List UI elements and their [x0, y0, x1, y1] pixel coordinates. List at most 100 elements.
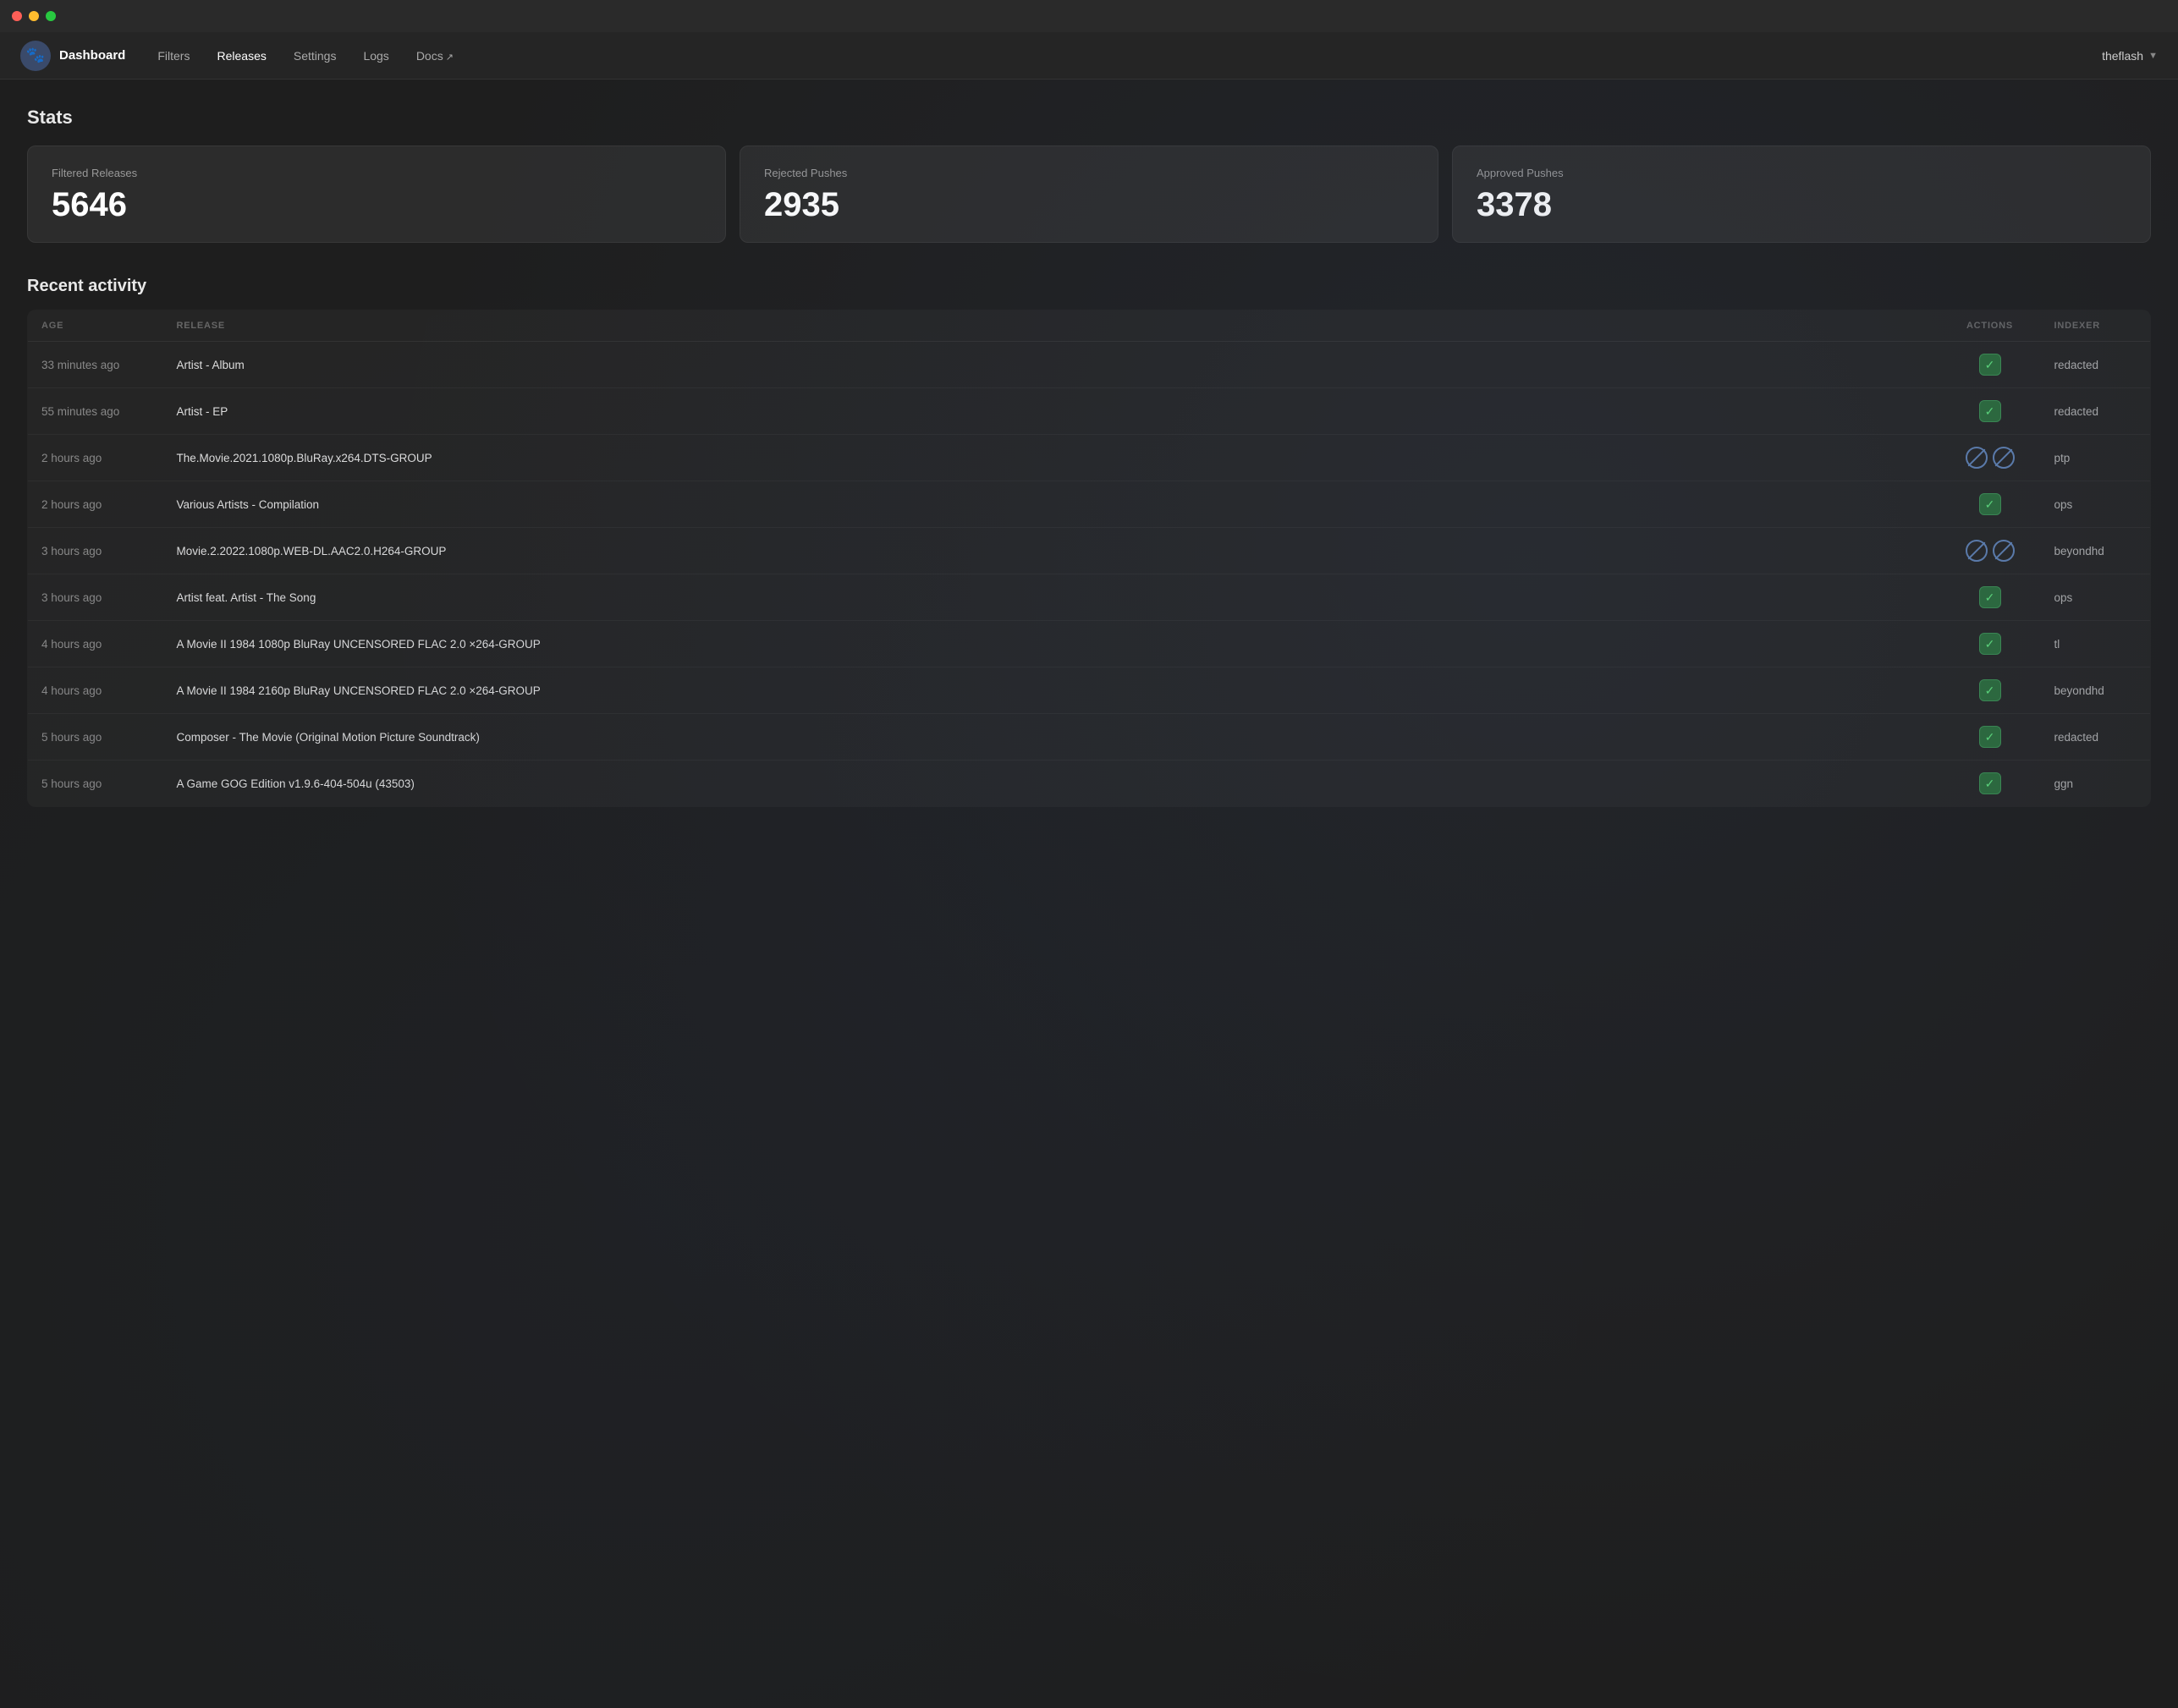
approve-icon[interactable]: ✓	[1979, 493, 2001, 515]
table-row[interactable]: 2 hours agoThe.Movie.2021.1080p.BluRay.x…	[28, 435, 2151, 481]
approve-icon[interactable]: ✓	[1979, 400, 2001, 422]
reject-icon[interactable]	[1993, 447, 2015, 469]
stat-approved-label: Approved Pushes	[1477, 167, 2126, 179]
stat-filtered-value: 5646	[52, 188, 701, 222]
cell-age: 55 minutes ago	[28, 388, 163, 435]
cell-release: A Movie II 1984 2160p BluRay UNCENSORED …	[163, 667, 1939, 714]
col-actions: ACTIONS	[1939, 310, 2041, 342]
stat-approved-value: 3378	[1477, 188, 2126, 222]
navbar: 🐾 Dashboard Filters Releases Settings Lo…	[0, 32, 2178, 80]
stat-rejected-label: Rejected Pushes	[764, 167, 1414, 179]
activity-title: Recent activity	[27, 277, 2151, 296]
reject-icon[interactable]	[1966, 540, 1988, 562]
cell-age: 4 hours ago	[28, 621, 163, 667]
cell-release: Artist feat. Artist - The Song	[163, 574, 1939, 621]
col-indexer: INDEXER	[2041, 310, 2151, 342]
approve-icon[interactable]: ✓	[1979, 726, 2001, 748]
cell-indexer: redacted	[2041, 342, 2151, 388]
logo-icon: 🐾	[20, 41, 51, 71]
cell-indexer: beyondhd	[2041, 528, 2151, 574]
table-header: AGE RELEASE ACTIONS INDEXER	[28, 310, 2151, 342]
cell-actions[interactable]: ✓	[1939, 574, 2041, 621]
table-row[interactable]: 3 hours agoMovie.2.2022.1080p.WEB-DL.AAC…	[28, 528, 2151, 574]
nav-filters[interactable]: Filters	[146, 44, 201, 68]
cell-age: 3 hours ago	[28, 574, 163, 621]
nav-logo: 🐾 Dashboard	[20, 41, 125, 71]
cell-indexer: ops	[2041, 574, 2151, 621]
approve-icon[interactable]: ✓	[1979, 354, 2001, 376]
cell-release: Composer - The Movie (Original Motion Pi…	[163, 714, 1939, 761]
stat-filtered-releases: Filtered Releases 5646	[27, 146, 726, 243]
approve-icon[interactable]: ✓	[1979, 772, 2001, 794]
cell-age: 3 hours ago	[28, 528, 163, 574]
cell-release: Various Artists - Compilation	[163, 481, 1939, 528]
table-row[interactable]: 2 hours agoVarious Artists - Compilation…	[28, 481, 2151, 528]
cell-age: 33 minutes ago	[28, 342, 163, 388]
cell-age: 5 hours ago	[28, 714, 163, 761]
nav-username: theflash	[2102, 49, 2143, 63]
stats-title: Stats	[27, 107, 2151, 129]
reject-icon[interactable]	[1993, 540, 2015, 562]
cell-release: The.Movie.2021.1080p.BluRay.x264.DTS-GRO…	[163, 435, 1939, 481]
stats-section: Stats Filtered Releases 5646 Rejected Pu…	[27, 107, 2151, 243]
table-row[interactable]: 4 hours agoA Movie II 1984 1080p BluRay …	[28, 621, 2151, 667]
cell-release: Artist - Album	[163, 342, 1939, 388]
chevron-down-icon: ▼	[2148, 51, 2158, 61]
nav-docs[interactable]: Docs	[404, 44, 465, 68]
activity-table: AGE RELEASE ACTIONS INDEXER 33 minutes a…	[27, 310, 2151, 807]
nav-brand: Dashboard	[59, 48, 125, 63]
stat-rejected-pushes: Rejected Pushes 2935	[740, 146, 1438, 243]
cell-indexer: ptp	[2041, 435, 2151, 481]
table-row[interactable]: 3 hours agoArtist feat. Artist - The Son…	[28, 574, 2151, 621]
main-content: Stats Filtered Releases 5646 Rejected Pu…	[0, 80, 2178, 1708]
table-row[interactable]: 5 hours agoComposer - The Movie (Origina…	[28, 714, 2151, 761]
cell-actions[interactable]	[1939, 528, 2041, 574]
minimize-button[interactable]	[29, 11, 39, 21]
titlebar	[0, 0, 2178, 32]
reject-icon[interactable]	[1966, 447, 1988, 469]
cell-indexer: beyondhd	[2041, 667, 2151, 714]
nav-links: Filters Releases Settings Logs Docs	[146, 44, 2102, 68]
approve-icon[interactable]: ✓	[1979, 679, 2001, 701]
activity-section: Recent activity AGE RELEASE ACTIONS INDE…	[27, 277, 2151, 807]
cell-release: A Movie II 1984 1080p BluRay UNCENSORED …	[163, 621, 1939, 667]
stat-rejected-value: 2935	[764, 188, 1414, 222]
cell-actions[interactable]: ✓	[1939, 761, 2041, 807]
table-row[interactable]: 4 hours agoA Movie II 1984 2160p BluRay …	[28, 667, 2151, 714]
cell-actions[interactable]: ✓	[1939, 621, 2041, 667]
maximize-button[interactable]	[46, 11, 56, 21]
cell-age: 4 hours ago	[28, 667, 163, 714]
cell-actions[interactable]: ✓	[1939, 388, 2041, 435]
cell-indexer: redacted	[2041, 388, 2151, 435]
cell-release: A Game GOG Edition v1.9.6-404-504u (4350…	[163, 761, 1939, 807]
cell-actions[interactable]: ✓	[1939, 481, 2041, 528]
approve-icon[interactable]: ✓	[1979, 586, 2001, 608]
cell-age: 2 hours ago	[28, 435, 163, 481]
stats-grid: Filtered Releases 5646 Rejected Pushes 2…	[27, 146, 2151, 243]
cell-indexer: ops	[2041, 481, 2151, 528]
cell-indexer: ggn	[2041, 761, 2151, 807]
cell-actions[interactable]: ✓	[1939, 714, 2041, 761]
cell-age: 5 hours ago	[28, 761, 163, 807]
table-row[interactable]: 33 minutes agoArtist - Album ✓ redacted	[28, 342, 2151, 388]
nav-releases[interactable]: Releases	[205, 44, 278, 68]
table-row[interactable]: 55 minutes agoArtist - EP ✓ redacted	[28, 388, 2151, 435]
col-release: RELEASE	[163, 310, 1939, 342]
cell-actions[interactable]: ✓	[1939, 667, 2041, 714]
cell-release: Artist - EP	[163, 388, 1939, 435]
nav-logs[interactable]: Logs	[351, 44, 400, 68]
stat-approved-pushes: Approved Pushes 3378	[1452, 146, 2151, 243]
approve-icon[interactable]: ✓	[1979, 633, 2001, 655]
table-row[interactable]: 5 hours agoA Game GOG Edition v1.9.6-404…	[28, 761, 2151, 807]
cell-release: Movie.2.2022.1080p.WEB-DL.AAC2.0.H264-GR…	[163, 528, 1939, 574]
close-button[interactable]	[12, 11, 22, 21]
cell-actions[interactable]	[1939, 435, 2041, 481]
stat-filtered-label: Filtered Releases	[52, 167, 701, 179]
cell-indexer: tl	[2041, 621, 2151, 667]
cell-actions[interactable]: ✓	[1939, 342, 2041, 388]
activity-rows: 33 minutes agoArtist - Album✓redacted55 …	[28, 342, 2151, 807]
cell-indexer: redacted	[2041, 714, 2151, 761]
nav-user[interactable]: theflash ▼	[2102, 49, 2158, 63]
nav-settings[interactable]: Settings	[282, 44, 349, 68]
cell-age: 2 hours ago	[28, 481, 163, 528]
